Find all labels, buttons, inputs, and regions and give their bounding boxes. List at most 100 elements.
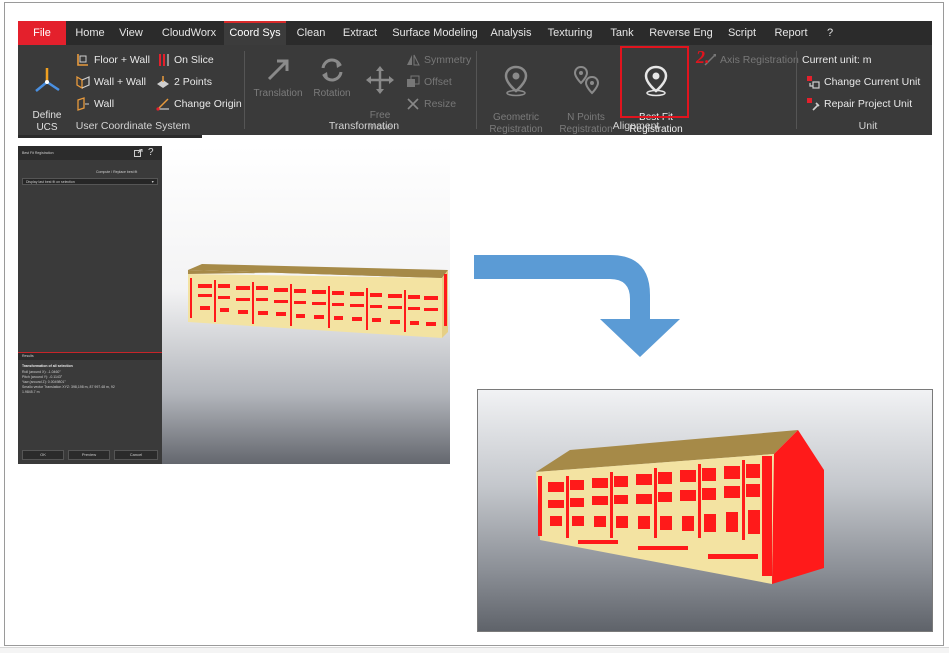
best-fit-panel: Best Fit Registration ? Compute / Replac… — [18, 146, 162, 464]
panel-title-bar: Best Fit Registration ? — [18, 146, 162, 160]
tab-file[interactable]: File — [18, 21, 66, 45]
popout-icon[interactable] — [134, 149, 143, 157]
change-current-unit-label: Change Current Unit — [824, 76, 921, 88]
repair-project-unit-button[interactable]: Repair Project Unit — [806, 95, 912, 113]
tab-extract[interactable]: Extract — [338, 21, 382, 45]
best-fit-highlight-box — [620, 46, 689, 118]
resize-label: Resize — [424, 98, 457, 110]
wall-label: Wall — [94, 98, 115, 110]
building-point-cloud-before — [188, 264, 448, 338]
wall-icon — [77, 97, 89, 111]
tab-script[interactable]: Script — [724, 21, 760, 45]
tab-reverse-eng[interactable]: Reverse Eng — [648, 21, 714, 45]
panel-title: Best Fit Registration — [22, 151, 54, 155]
resize-button[interactable]: Resize — [406, 95, 456, 113]
results-title: Results — [22, 354, 34, 358]
results-line: Smallo vector Translation XYZ: 398,198 m… — [22, 385, 115, 389]
rotation-icon — [321, 58, 343, 82]
symmetry-icon — [407, 54, 420, 66]
ok-button[interactable]: OK — [22, 450, 64, 460]
viewport-before[interactable] — [162, 146, 450, 464]
tab-cloudworx[interactable]: CloudWorx — [156, 21, 222, 45]
change-unit-icon — [807, 76, 820, 89]
axis-registration-button[interactable]: Axis Registration — [704, 51, 799, 69]
wall-button[interactable]: Wall — [76, 95, 114, 113]
tab-tank[interactable]: Tank — [606, 21, 638, 45]
group-separator — [796, 51, 797, 129]
group-label-transformation: Transformation — [328, 120, 400, 132]
before-screenshot: Best Fit Registration ? Compute / Replac… — [18, 146, 450, 464]
results-header: Results — [18, 352, 162, 360]
offset-icon — [407, 75, 420, 87]
on-slice-icon — [159, 54, 169, 66]
after-screenshot[interactable] — [477, 389, 933, 632]
dropdown-value: Display last best fit on selection — [26, 180, 75, 184]
group-label-unit: Unit — [858, 120, 878, 132]
change-origin-button[interactable]: Change Origin — [156, 95, 242, 113]
group-label-ucs: User Coordinate System — [75, 120, 191, 132]
geometric-registration-label: Geometric Registration — [489, 112, 543, 135]
symmetry-label: Symmetry — [424, 54, 472, 66]
ucs-axes-icon — [35, 68, 60, 92]
step-annotation: 2. — [696, 47, 710, 67]
on-slice-label: On Slice — [174, 54, 214, 66]
offset-label: Offset — [424, 76, 452, 88]
tab-home[interactable]: Home — [70, 21, 110, 45]
translation-label: Translation — [253, 88, 303, 99]
tab-surface-modeling[interactable]: Surface Modeling — [392, 21, 478, 45]
group-label-alignment: Alignment — [612, 120, 660, 132]
results-heading: Transformation of all selection — [22, 364, 73, 368]
preview-button[interactable]: Preview — [68, 450, 110, 460]
on-slice-button[interactable]: On Slice — [156, 51, 214, 69]
two-points-icon — [157, 76, 169, 88]
results-line: Yaw (around Z): 0.0049801° — [22, 380, 66, 384]
ribbon-tab-bar: File Home View CloudWorx Coord Sys Clean… — [18, 21, 932, 45]
page-bottom-strip — [0, 647, 949, 653]
translation-arrow-icon — [267, 59, 289, 81]
geometric-registration-icon — [504, 65, 528, 97]
chevron-down-icon: ▼ — [151, 180, 155, 184]
wall-wall-label: Wall + Wall — [94, 76, 147, 88]
two-points-label: 2 Points — [174, 76, 212, 88]
ribbon-shadow — [18, 135, 202, 138]
offset-button[interactable]: Offset — [406, 73, 452, 91]
ok-label: OK — [40, 452, 46, 457]
free-move-icon — [366, 66, 394, 94]
translation-button[interactable]: Translation — [250, 55, 306, 100]
change-origin-label: Change Origin — [174, 98, 242, 110]
results-line: 1.9845.7 m — [22, 390, 40, 394]
geometric-registration-button[interactable]: Geometric Registration — [484, 53, 548, 136]
floor-wall-label: Floor + Wall — [94, 54, 150, 66]
cancel-label: Cancel — [129, 452, 143, 457]
two-points-button[interactable]: 2 Points — [156, 73, 212, 91]
tab-analysis[interactable]: Analysis — [488, 21, 534, 45]
symmetry-button[interactable]: Symmetry — [406, 51, 471, 69]
change-current-unit-button[interactable]: Change Current Unit — [806, 73, 920, 91]
display-dropdown[interactable]: Display last best fit on selection ▼ — [22, 178, 158, 185]
wall-wall-icon — [76, 75, 90, 89]
floor-wall-button[interactable]: Floor + Wall — [76, 51, 150, 69]
rotation-button[interactable]: Rotation — [308, 55, 356, 100]
tab-coord-sys[interactable]: Coord Sys — [224, 21, 286, 45]
n-points-registration-icon — [573, 65, 600, 95]
axis-registration-label: Axis Registration — [720, 54, 799, 66]
repair-unit-icon — [807, 98, 820, 111]
tab-texturing[interactable]: Texturing — [544, 21, 596, 45]
group-separator — [244, 51, 245, 129]
cancel-button[interactable]: Cancel — [114, 450, 158, 460]
resize-icon — [407, 98, 419, 110]
wall-wall-button[interactable]: Wall + Wall — [76, 73, 146, 91]
change-origin-icon — [156, 98, 169, 111]
rotation-label: Rotation — [313, 88, 351, 99]
tab-help[interactable]: ? — [822, 21, 838, 45]
tab-report[interactable]: Report — [770, 21, 812, 45]
preview-label: Preview — [81, 452, 97, 457]
help-icon[interactable]: ? — [148, 147, 154, 158]
building-point-cloud-after — [536, 430, 824, 584]
tab-view[interactable]: View — [114, 21, 148, 45]
option-label: Compute / Replace best fit — [96, 170, 138, 174]
results-line: Roll (around X): -1.0460° — [22, 370, 61, 374]
group-separator — [476, 51, 477, 129]
repair-project-unit-label: Repair Project Unit — [824, 98, 913, 110]
tab-clean[interactable]: Clean — [292, 21, 330, 45]
